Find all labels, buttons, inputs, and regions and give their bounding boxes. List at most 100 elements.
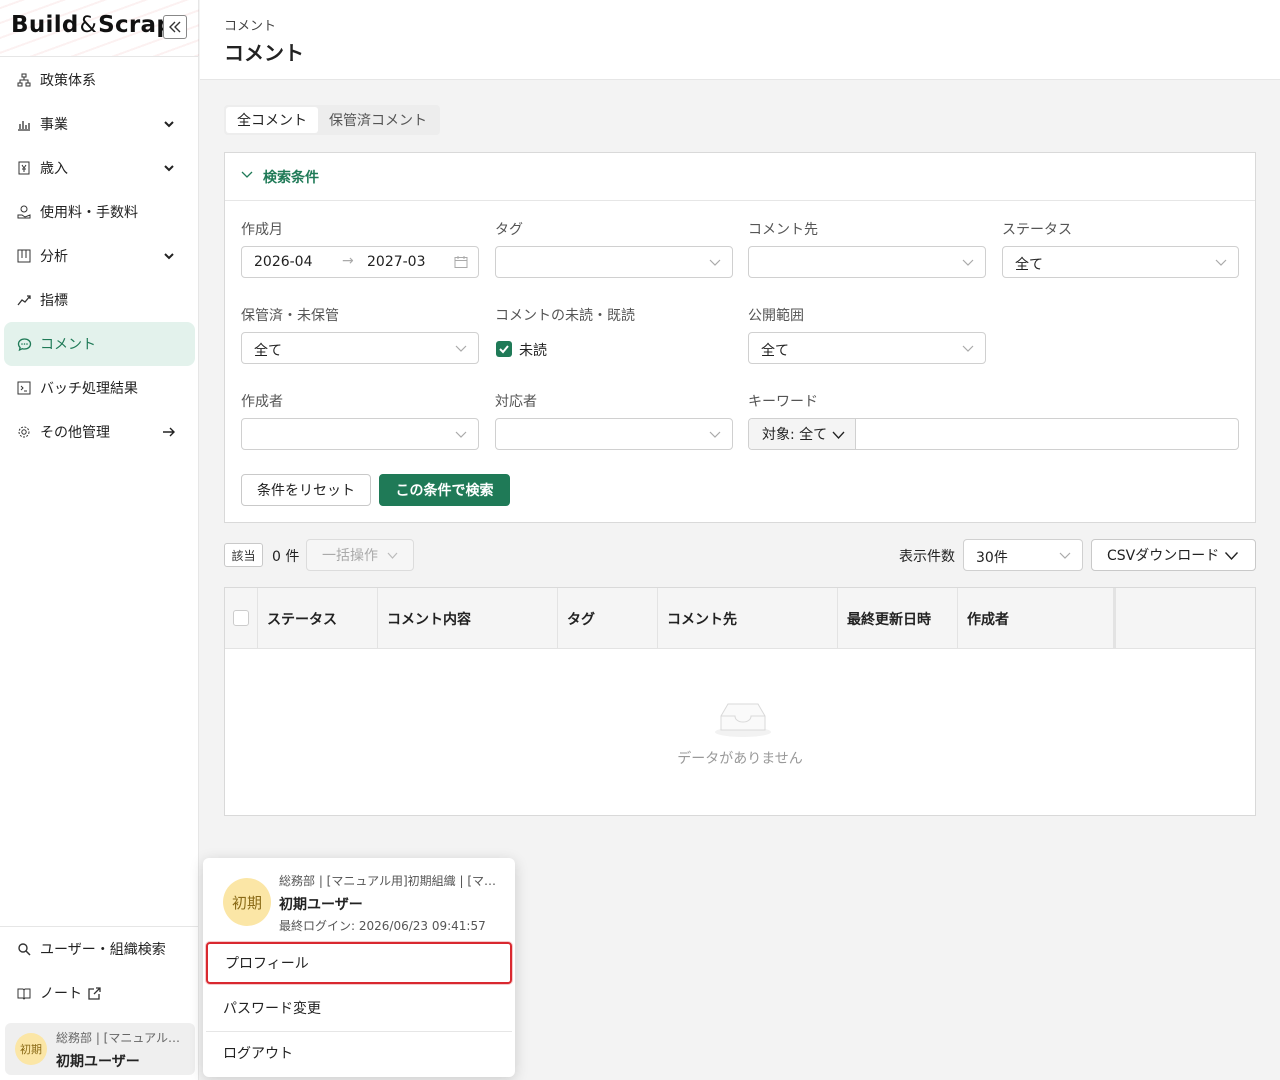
chevron-down-icon (1214, 255, 1228, 269)
sidebar-item-indicators[interactable]: 指標 (0, 278, 199, 322)
sidebar-item-label: 分析 (40, 249, 68, 265)
comment-tabs: 全コメント 保管済コメント (224, 105, 440, 135)
column-header-updated[interactable]: 最終更新日時 (838, 588, 958, 649)
sidebar: Build&Scrap 政策体系 事業 歳入 使用料・手数料 分析 指標 コメン… (0, 0, 199, 1080)
sidebar-item-other-management[interactable]: その他管理 (0, 410, 199, 454)
tag-select[interactable] (495, 246, 733, 278)
user-org: 総務部 | [マニュアル用]初期組織 | [マ… (279, 874, 497, 888)
created-month-range[interactable]: 2026-04 → 2027-03 (241, 246, 479, 278)
column-header-target[interactable]: コメント先 (658, 588, 838, 649)
csv-download-label: CSVダウンロード (1107, 548, 1220, 564)
reset-conditions-button[interactable]: 条件をリセット (241, 474, 371, 506)
chevron-down-icon (708, 427, 722, 441)
select-all-checkbox[interactable] (233, 610, 249, 626)
sidebar-item-batch-results[interactable]: バッチ処理結果 (0, 366, 199, 410)
result-count: 0 件 (272, 549, 300, 565)
column-header-tag[interactable]: タグ (558, 588, 658, 649)
sidebar-item-fees[interactable]: 使用料・手数料 (0, 190, 199, 234)
sidebar-item-comments[interactable]: コメント (4, 322, 195, 366)
search-button[interactable]: この条件で検索 (379, 474, 510, 506)
yen-receipt-icon (16, 160, 32, 176)
status-select[interactable]: 全て (1002, 246, 1239, 278)
user-name: 初期ユーザー (279, 897, 363, 913)
tab-all-comments[interactable]: 全コメント (226, 107, 318, 133)
sidebar-item-user-search[interactable]: ユーザー・組織検索 (0, 927, 199, 971)
unread-checkbox-label[interactable]: 未読 (519, 340, 547, 360)
column-header-content[interactable]: コメント内容 (378, 588, 558, 649)
visibility-select[interactable]: 全て (748, 332, 986, 364)
collapse-sidebar-button[interactable] (163, 15, 187, 39)
sidebar-item-revenue[interactable]: 歳入 (0, 146, 199, 190)
assignee-label: 対応者 (495, 394, 537, 410)
app-logo[interactable]: Build&Scrap (11, 12, 173, 38)
avatar: 初期 (15, 1033, 47, 1065)
menu-item-profile[interactable]: プロフィール (206, 942, 512, 984)
double-chevron-left-icon (169, 21, 181, 33)
sidebar-bottom: ユーザー・組織検索 ノート (0, 926, 199, 1015)
visibility-value: 全て (761, 343, 789, 359)
column-header-author[interactable]: 作成者 (958, 588, 1116, 649)
chevron-down-icon (1224, 548, 1239, 563)
bar-chart-icon (16, 116, 32, 132)
column-header-status[interactable]: ステータス (258, 588, 378, 649)
menu-item-logout[interactable]: ログアウト (206, 1032, 512, 1074)
chevron-down-icon (386, 549, 399, 562)
keyword-target-select[interactable]: 対象: 全て (749, 419, 856, 449)
sidebar-item-label: 事業 (40, 117, 68, 133)
chevron-down-icon[interactable] (161, 160, 177, 176)
keyword-input[interactable] (861, 423, 1231, 445)
sidebar-item-label: ユーザー・組織検索 (40, 942, 166, 958)
sidebar-item-policy[interactable]: 政策体系 (0, 58, 199, 102)
date-from-value[interactable]: 2026-04 (254, 254, 313, 270)
analysis-board-icon (16, 248, 32, 264)
arrow-right-icon[interactable] (161, 424, 177, 440)
user-org: 総務部 | [マニュアル… (56, 1031, 180, 1045)
assignee-select[interactable] (495, 418, 733, 450)
status-label: ステータス (1002, 222, 1072, 238)
hierarchy-icon (16, 72, 32, 88)
chevron-down-icon (832, 431, 845, 439)
external-link-icon (88, 986, 101, 1000)
author-select[interactable] (241, 418, 479, 450)
date-to-value[interactable]: 2027-03 (367, 254, 426, 270)
coin-hand-icon (16, 204, 32, 220)
app-root: Build&Scrap 政策体系 事業 歳入 使用料・手数料 分析 指標 コメン… (0, 0, 1280, 1080)
arrow-right-icon: → (342, 253, 354, 269)
search-panel-toggle[interactable]: 検索条件 (225, 153, 1255, 201)
unread-checkbox[interactable] (496, 341, 512, 357)
bulk-action-button[interactable]: 一括操作 (306, 539, 414, 571)
chevron-down-icon (1058, 548, 1072, 562)
created-month-label: 作成月 (241, 222, 283, 238)
sidebar-item-label: バッチ処理結果 (40, 381, 138, 397)
logo-tail-text: Scrap (98, 12, 174, 38)
menu-item-password-change[interactable]: パスワード変更 (206, 987, 512, 1029)
comment-icon (16, 336, 32, 352)
page-title: コメント (224, 41, 304, 65)
calendar-icon (454, 255, 468, 269)
page-header: コメント コメント (200, 0, 1280, 80)
chevron-down-icon[interactable] (161, 116, 177, 132)
per-page-value: 30件 (976, 550, 1008, 566)
empty-inbox-icon (715, 703, 771, 737)
read-status-label: コメントの未読・既読 (495, 308, 635, 324)
archived-value: 全て (254, 343, 282, 359)
archived-select[interactable]: 全て (241, 332, 479, 364)
sidebar-item-analysis[interactable]: 分析 (0, 234, 199, 278)
per-page-select[interactable]: 30件 (963, 539, 1083, 571)
sidebar-item-projects[interactable]: 事業 (0, 102, 199, 146)
sidebar-user-card[interactable]: 初期 総務部 | [マニュアル… 初期ユーザー (5, 1023, 195, 1075)
select-all-cell (225, 588, 258, 649)
sidebar-item-label: コメント (40, 337, 96, 353)
csv-download-button[interactable]: CSVダウンロード (1091, 539, 1256, 571)
chevron-down-icon[interactable] (161, 248, 177, 264)
breadcrumb[interactable]: コメント (224, 15, 276, 34)
sidebar-nav: 政策体系 事業 歳入 使用料・手数料 分析 指標 コメント バッチ処理結果 その… (0, 58, 199, 454)
gear-icon (16, 424, 32, 440)
logo-amp-text: & (79, 13, 98, 38)
comment-target-select[interactable] (748, 246, 986, 278)
status-value: 全て (1015, 257, 1043, 273)
result-count-badge: 該当 (224, 543, 263, 567)
empty-state-text: データがありません (677, 751, 803, 767)
sidebar-item-note[interactable]: ノート (0, 971, 199, 1015)
tab-archived-comments[interactable]: 保管済コメント (318, 107, 438, 133)
